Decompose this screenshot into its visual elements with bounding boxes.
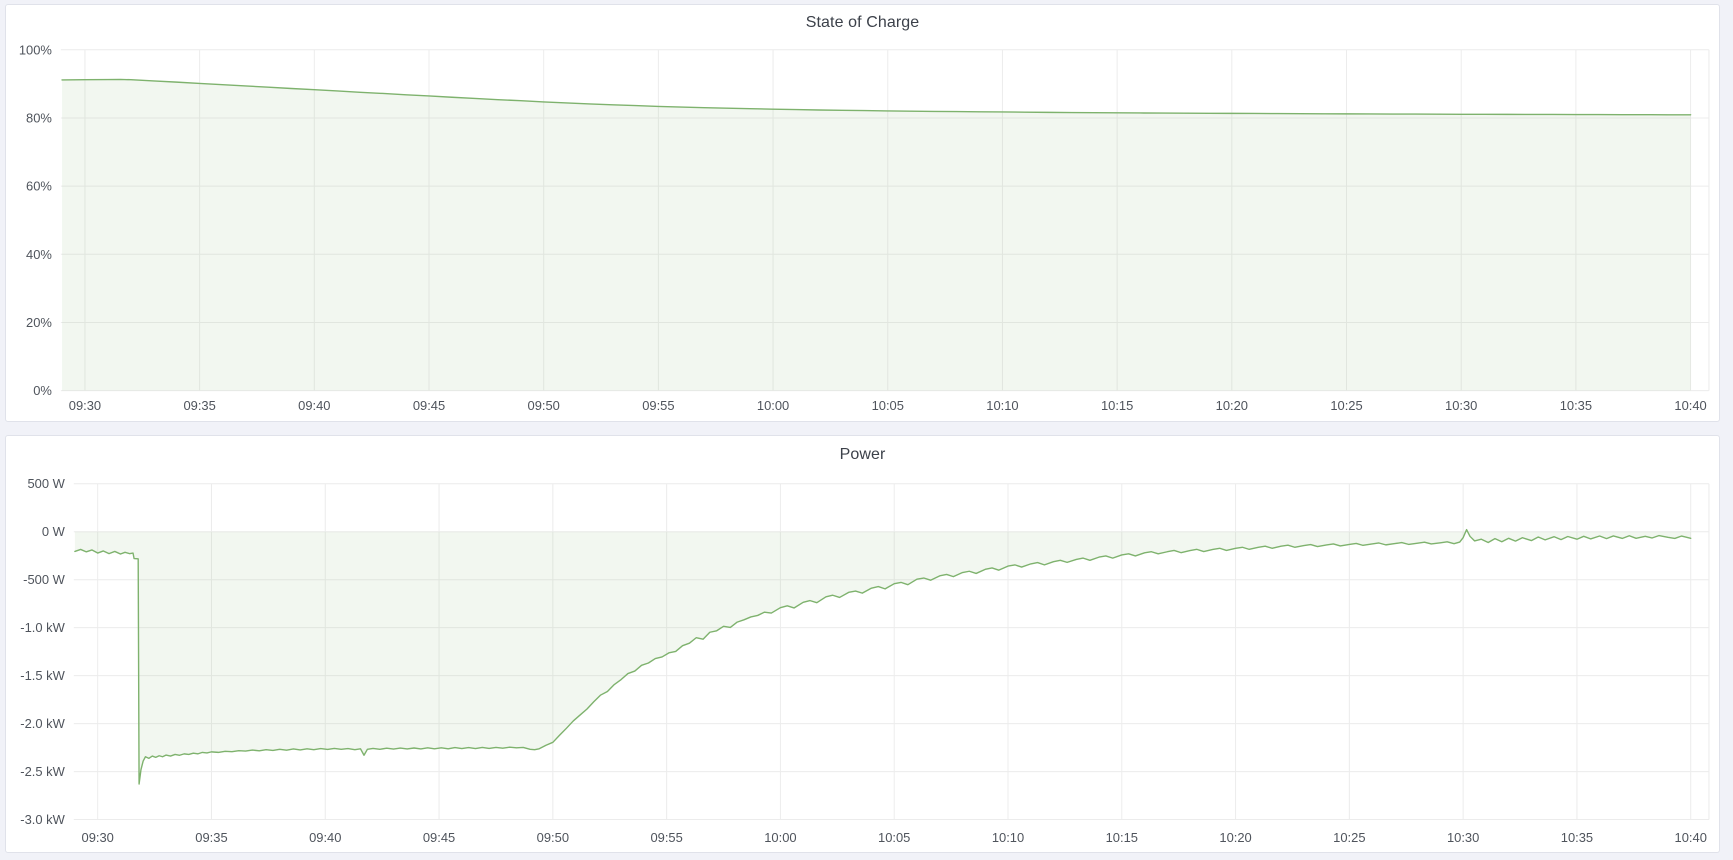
x-axis-tick-label: 09:30 [69,398,101,413]
y-axis-tick-label: 40% [26,247,52,262]
power-svg: 500 W 0 W -500 W -1.0 kW -1.5 kW -2.0 kW -2.5 … [6,436,1719,852]
x-axis-tick-label: 09:50 [528,398,560,413]
x-axis-tick-label: 10:15 [1101,398,1133,413]
x-axis-tick-label: 10:35 [1561,830,1593,845]
y-axis-tick-label: -1.0 kW [20,620,65,635]
y-axis-tick-label: 60% [26,179,52,194]
x-axis-tick-label: 10:00 [764,830,796,845]
x-axis-tick-label: 10:05 [872,398,904,413]
x-axis-tick-label: 10:25 [1333,830,1365,845]
y-axis-tick-label: -2.5 kW [20,764,65,779]
x-axis-tick-label: 09:45 [423,830,455,845]
y-axis-tick-label: 100% [19,42,53,57]
y-axis-tick-label: 500 W [27,476,65,491]
x-axis-tick-label: 10:15 [1106,830,1138,845]
x-axis-tick-label: 10:30 [1445,398,1477,413]
state-of-charge-chart[interactable]: 100% 80% 60% 40% 20% 0% 09:30 09:35 09:40 09:45 09… [6,5,1719,421]
dashboard-page: { "page": { "background_color": "#f1f2f8… [0,0,1733,860]
panel-power: Power 500 W0 W-500 W-1.0 kW-1.5 kW-2.0 k… [5,435,1720,853]
y-axis-tick-label: 80% [26,110,52,125]
x-axis-tick-label: 10:20 [1219,830,1251,845]
x-axis-tick-label: 10:20 [1216,398,1248,413]
x-axis-tick-label: 10:05 [878,830,910,845]
x-axis-tick-label: 10:40 [1675,830,1707,845]
series-area-fill [75,530,1691,784]
y-axis-tick-label: -3.0 kW [20,812,65,827]
y-axis-tick-label: 0 W [42,524,66,539]
x-axis-tick-label: 09:35 [183,398,215,413]
x-axis-tick-label: 09:35 [195,830,227,845]
x-axis-tick-label: 10:10 [986,398,1018,413]
x-axis-tick-label: 09:55 [642,398,674,413]
y-axis-tick-label: 20% [26,315,52,330]
y-axis-tick-label: -1.5 kW [20,668,65,683]
x-axis-tick-label: 10:40 [1674,398,1706,413]
x-axis-tick-label: 09:40 [309,830,341,845]
state-of-charge-svg: 100% 80% 60% 40% 20% 0% 09:30 09:35 09:40 09:45 09… [6,5,1719,421]
y-axis-tick-label: -500 W [23,572,65,587]
y-axis-tick-label: -2.0 kW [20,716,65,731]
x-axis-tick-label: 09:30 [82,830,114,845]
panel-state-of-charge: State of Charge 100%80%60%40%20%0%09:300… [5,4,1720,422]
y-axis-tick-label: 0% [33,383,52,398]
x-axis-tick-label: 09:40 [298,398,330,413]
x-axis-tick-label: 09:50 [537,830,569,845]
x-axis-tick-label: 10:30 [1447,830,1479,845]
x-axis-tick-label: 10:00 [757,398,789,413]
series-area-fill [62,79,1691,390]
x-axis-tick-label: 10:35 [1560,398,1592,413]
x-axis-tick-label: 09:55 [650,830,682,845]
x-axis-tick-label: 10:25 [1330,398,1362,413]
power-chart[interactable]: 500 W 0 W -500 W -1.0 kW -1.5 kW -2.0 kW -2.5 … [6,436,1719,852]
x-axis-tick-label: 10:10 [992,830,1024,845]
x-axis-tick-label: 09:45 [413,398,445,413]
